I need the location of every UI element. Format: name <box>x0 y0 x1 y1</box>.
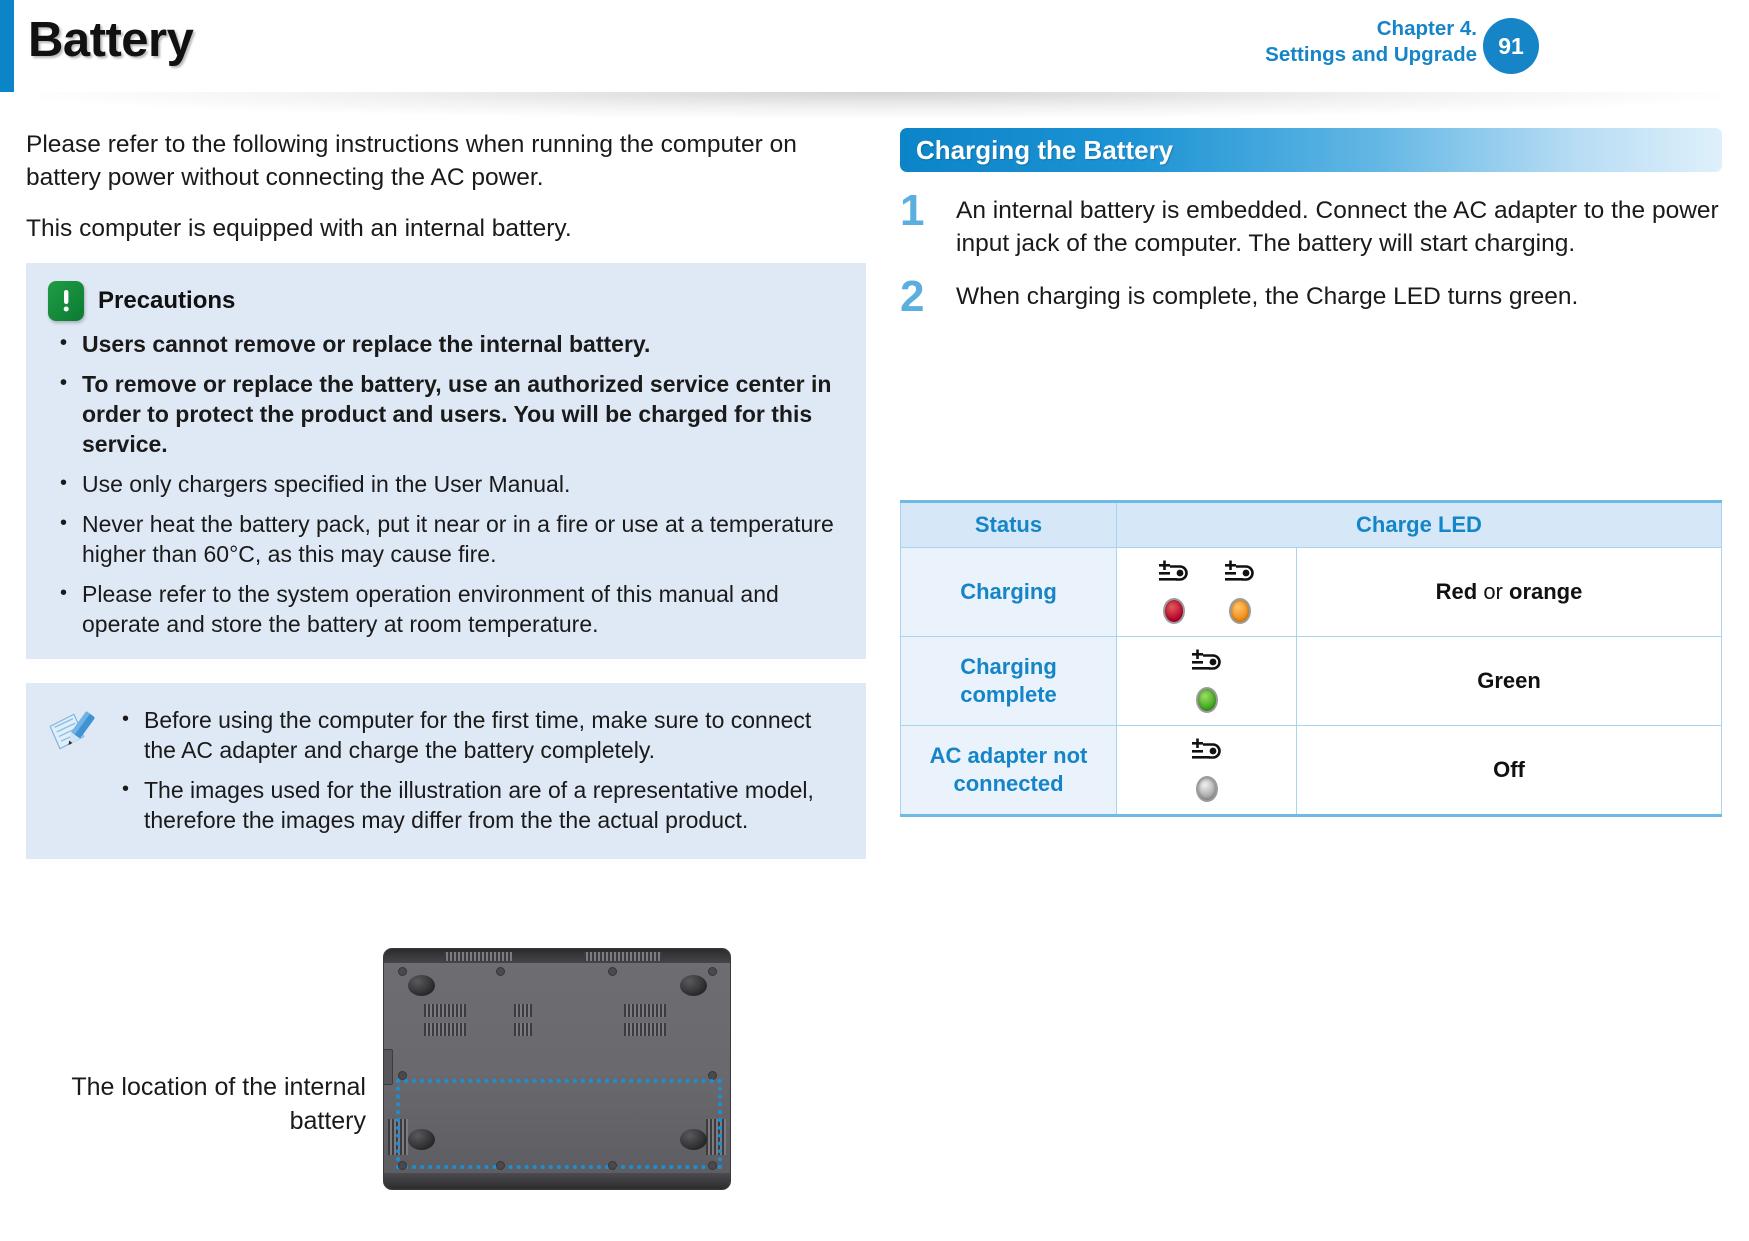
step-item: 2 When charging is complete, the Charge … <box>900 272 1722 321</box>
list-item: Users cannot remove or replace the inter… <box>48 328 844 359</box>
screw <box>496 1161 505 1170</box>
header-shadow <box>40 92 1720 118</box>
led-off <box>1195 776 1218 802</box>
page-title: Battery <box>28 13 194 67</box>
figure-caption: The location of the internal battery <box>71 1073 366 1135</box>
led-green <box>1195 687 1218 713</box>
page-number-badge: 91 <box>1483 18 1539 74</box>
led-unit <box>1191 649 1223 713</box>
cell-status: Charging complete <box>900 636 1117 726</box>
led-unit <box>1224 560 1256 624</box>
precautions-header: Precautions <box>48 281 844 321</box>
vent-grid <box>514 1023 532 1036</box>
page-header: Battery Chapter 4. Settings and Upgrade … <box>0 0 1749 118</box>
chapter-line-2: Settings and Upgrade <box>1265 43 1477 66</box>
intro-paragraph-2: This computer is equipped with an intern… <box>26 215 572 242</box>
breadcrumb: Chapter 4. Settings and Upgrade <box>1265 16 1477 68</box>
led-orange <box>1228 598 1251 624</box>
screw <box>708 1161 717 1170</box>
charge-led-table: Status Charge LED Charging Red or orange… <box>900 500 1722 817</box>
laptop-bottom-illustration <box>383 948 731 1190</box>
internal-battery-outline <box>396 1079 722 1169</box>
list-item: The images used for the illustration are… <box>110 774 844 835</box>
screw <box>398 967 407 976</box>
step-number: 2 <box>900 272 925 321</box>
column-header-charge-led: Charge LED <box>1116 501 1722 548</box>
battery-charge-icon <box>1158 560 1190 591</box>
led-label-conjunction: or <box>1477 579 1509 604</box>
table-row: Charging Red or orange <box>900 547 1722 637</box>
cell-led-icons <box>1116 547 1297 637</box>
battery-charge-icon <box>1191 649 1223 680</box>
led-label-primary: Green <box>1477 668 1541 693</box>
table-row: AC adapter not connected Off <box>900 725 1722 816</box>
note-row: Before using the computer for the first … <box>48 704 844 835</box>
column-header-status: Status <box>900 501 1117 548</box>
cell-led-icons <box>1116 636 1297 726</box>
side-port <box>384 1049 393 1085</box>
list-item: Please refer to the system operation env… <box>48 578 844 639</box>
chapter-line-1: Chapter 4. <box>1376 17 1477 40</box>
cell-led-icons <box>1116 725 1297 816</box>
table-row: Charging complete Green <box>900 636 1722 726</box>
step-number: 1 <box>900 186 925 235</box>
vent-grid <box>624 1004 666 1017</box>
steps-list: 1 An internal battery is embedded. Conne… <box>900 186 1722 321</box>
cell-led-label: Red or orange <box>1296 547 1722 637</box>
manual-page: Battery Chapter 4. Settings and Upgrade … <box>0 0 1749 1241</box>
warning-exclamation-icon <box>48 281 84 321</box>
note-callout: Before using the computer for the first … <box>26 683 866 859</box>
vent-strip <box>584 952 662 961</box>
list-item: Never heat the battery pack, put it near… <box>48 508 844 569</box>
vent-strip <box>444 952 512 961</box>
vent-grid <box>514 1004 532 1017</box>
screw <box>608 1161 617 1170</box>
laptop-hinge <box>384 949 730 963</box>
step-item: 1 An internal battery is embedded. Conne… <box>900 186 1722 260</box>
led-unit <box>1191 738 1223 802</box>
screw <box>708 967 717 976</box>
step-text: When charging is complete, the Charge LE… <box>956 283 1579 310</box>
cell-led-label: Green <box>1296 636 1722 726</box>
vent-grid <box>424 1023 466 1036</box>
header-accent-bar <box>0 0 14 92</box>
precautions-list: Users cannot remove or replace the inter… <box>48 328 844 639</box>
battery-location-figure: The location of the internal battery <box>26 940 866 1220</box>
left-column: Please refer to the following instructio… <box>26 128 866 859</box>
led-label-primary: Off <box>1493 757 1525 782</box>
vent-grid <box>424 1004 466 1017</box>
note-list: Before using the computer for the first … <box>110 704 844 835</box>
screw <box>398 1161 407 1170</box>
led-unit <box>1158 560 1190 624</box>
list-item: Before using the computer for the first … <box>110 704 844 765</box>
table-header-row: Status Charge LED <box>900 501 1722 548</box>
laptop-front-edge <box>384 1173 730 1189</box>
led-red <box>1162 598 1185 624</box>
rubber-foot <box>408 975 435 996</box>
cell-led-label: Off <box>1296 725 1722 816</box>
screw <box>496 967 505 976</box>
precautions-title: Precautions <box>98 287 236 314</box>
list-item: To remove or replace the battery, use an… <box>48 368 844 459</box>
right-column: Charging the Battery 1 An internal batte… <box>900 128 1722 334</box>
led-label-primary: Red <box>1435 579 1478 604</box>
battery-charge-icon <box>1191 738 1223 769</box>
battery-charge-icon <box>1224 560 1256 591</box>
rubber-foot <box>680 975 707 996</box>
section-header-charging: Charging the Battery <box>900 128 1722 172</box>
precautions-callout: Precautions Users cannot remove or repla… <box>26 263 866 659</box>
screw <box>608 967 617 976</box>
note-pencil-icon <box>48 705 104 758</box>
list-item: Use only chargers specified in the User … <box>48 468 844 499</box>
vent-grid <box>624 1023 666 1036</box>
cell-status: AC adapter not connected <box>900 725 1117 816</box>
step-text: An internal battery is embedded. Connect… <box>956 197 1719 257</box>
led-label-secondary: orange <box>1509 579 1583 604</box>
cell-status: Charging <box>900 547 1117 637</box>
intro-paragraph-1: Please refer to the following instructio… <box>26 131 797 191</box>
